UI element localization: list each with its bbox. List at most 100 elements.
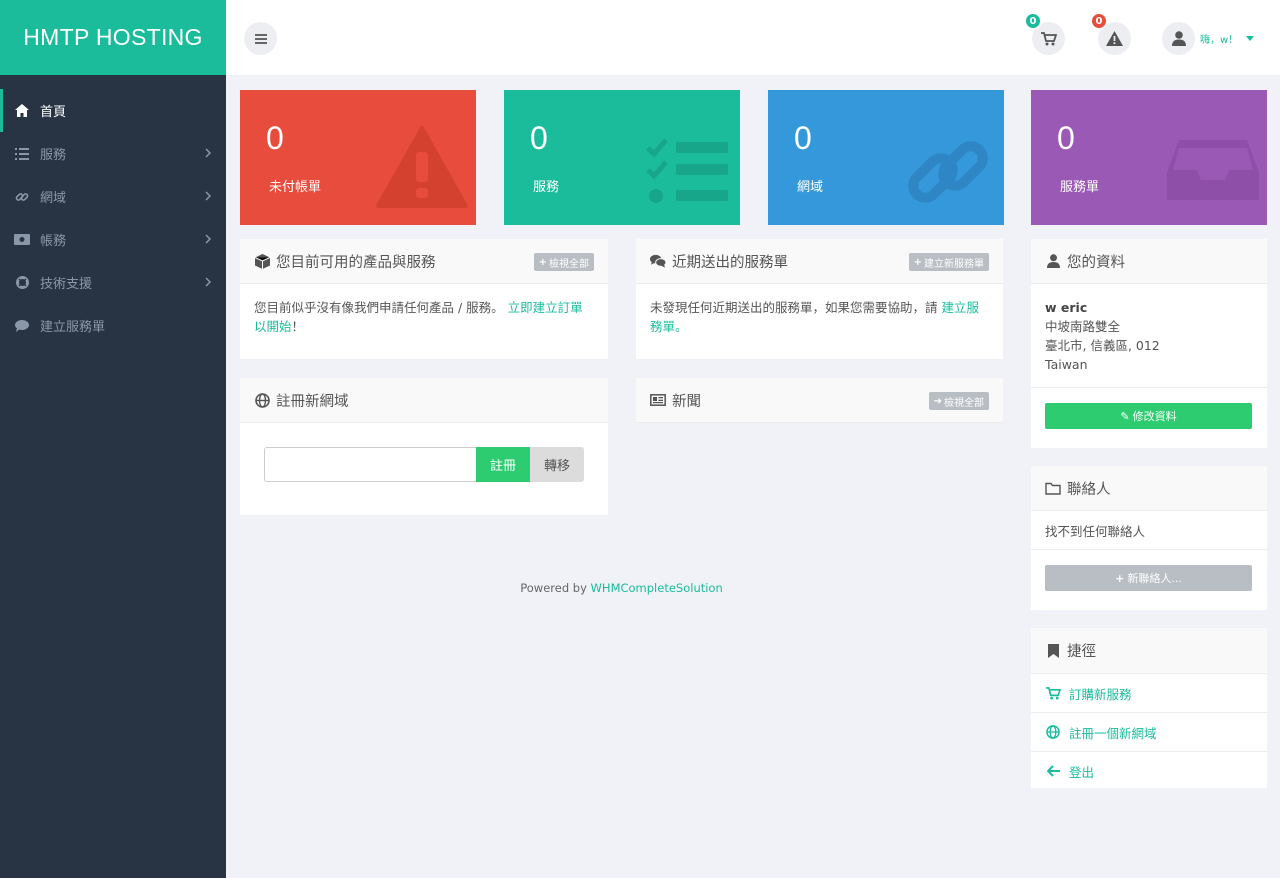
contacts-empty-text: 找不到任何聯絡人 xyxy=(1031,511,1267,550)
open-new-ticket-button[interactable]: + 建立新服務單 xyxy=(908,253,989,271)
menu-toggle-button[interactable] xyxy=(244,22,277,55)
profile-details: w eric 中坡南路雙全 臺北市, 信義區, 012 Taiwan xyxy=(1031,284,1267,388)
whmcs-link[interactable]: WHMCompleteSolution xyxy=(591,581,723,595)
panel-title: 聯絡人 xyxy=(1067,481,1111,498)
pencil-icon: ✎ xyxy=(1120,409,1130,423)
tasks-icon xyxy=(646,138,728,203)
tile-services[interactable]: 0 服務 xyxy=(504,90,740,225)
contacts-panel: 聯絡人 找不到任何聯絡人 + 新聯絡人... xyxy=(1031,466,1267,610)
tile-count: 0 xyxy=(266,120,284,156)
sidebar-item-domains[interactable]: 網域 xyxy=(0,175,226,218)
tile-tickets[interactable]: 0 服務單 xyxy=(1031,90,1267,225)
profile-address-line: Taiwan xyxy=(1045,357,1088,372)
comment-icon xyxy=(14,318,30,334)
panel-header: 您的資料 xyxy=(1031,239,1267,284)
cart-icon xyxy=(1040,31,1057,45)
panel-header: 近期送出的服務單 + 建立新服務單 xyxy=(636,239,1003,284)
sidebar-item-services[interactable]: 服務 xyxy=(0,132,226,175)
lifering-icon xyxy=(14,275,30,291)
panel-header: 捷徑 xyxy=(1031,628,1267,673)
transfer-domain-button[interactable]: 轉移 xyxy=(530,447,584,482)
cart-count-badge: 0 xyxy=(1024,12,1042,30)
panel-header: 您目前可用的產品與服務 + 檢視全部 xyxy=(240,239,608,284)
sidebar-item-billing[interactable]: 帳務 xyxy=(0,218,226,261)
caret-down-icon xyxy=(1246,36,1255,41)
newspaper-icon xyxy=(650,392,666,408)
brand-logo[interactable]: HMTP HOSTING xyxy=(0,0,226,75)
comments-icon xyxy=(650,253,666,269)
link-icon xyxy=(14,189,30,205)
sidebar: HMTP HOSTING 首頁 服務 網域 帳務 技術支援 建立服務單 xyxy=(0,0,226,878)
sidebar-item-label: 技術支援 xyxy=(40,277,93,292)
cart-icon xyxy=(1045,685,1061,701)
panel-title: 捷徑 xyxy=(1067,644,1096,660)
panel-body: 您目前似乎沒有像我們申請任何產品 / 服務。 立即建立訂單以開始！ xyxy=(254,300,583,334)
warning-icon xyxy=(376,126,468,208)
panel-header: 註冊新網域 xyxy=(240,378,608,423)
plus-icon: + xyxy=(913,256,922,268)
home-icon xyxy=(14,103,30,119)
bookmark-icon xyxy=(1045,643,1061,659)
tile-label: 未付帳單 xyxy=(269,180,322,195)
money-icon xyxy=(14,232,30,248)
tile-domains[interactable]: 0 網域 xyxy=(768,90,1004,225)
arrow-right-icon: ➔ xyxy=(933,395,942,407)
panel-title: 您的資料 xyxy=(1067,254,1125,271)
sidebar-item-label: 首頁 xyxy=(40,105,67,120)
globe-icon xyxy=(254,392,270,408)
sidebar-item-label: 服務 xyxy=(40,148,67,163)
chevron-right-icon xyxy=(205,148,212,158)
tile-unpaid-invoices[interactable]: 0 未付帳單 xyxy=(240,90,476,225)
sidebar-item-open-ticket[interactable]: 建立服務單 xyxy=(0,304,226,347)
sidebar-item-home[interactable]: 首頁 xyxy=(0,89,226,132)
plus-icon: + xyxy=(538,256,547,268)
warning-icon xyxy=(1106,31,1123,46)
user-greeting: 嗨，w！ xyxy=(1200,35,1239,46)
new-contact-button[interactable]: + 新聯絡人... xyxy=(1045,565,1252,591)
register-domain-button[interactable]: 註冊 xyxy=(476,447,530,482)
profile-address-line: 臺北市, 信義區, 012 xyxy=(1045,338,1160,353)
alerts-button[interactable]: 0 xyxy=(1090,12,1131,55)
user-icon xyxy=(1045,253,1061,269)
tile-count: 0 xyxy=(530,120,548,156)
panel-body: 未發現任何近期送出的服務單，如果您需要協助，請 建立服務單。 xyxy=(650,300,980,334)
alert-count-badge: 0 xyxy=(1090,12,1108,30)
inbox-icon xyxy=(1167,140,1259,200)
register-domain-panel: 註冊新網域 註冊 轉移 xyxy=(240,378,608,515)
panel-title: 新聞 xyxy=(672,393,701,410)
shortcut-order-service[interactable]: 訂購新服務 xyxy=(1031,673,1267,712)
cart-button[interactable]: 0 xyxy=(1024,12,1065,55)
sidebar-item-support[interactable]: 技術支援 xyxy=(0,261,226,304)
profile-address-line: 中坡南路雙全 xyxy=(1045,319,1121,334)
chevron-right-icon xyxy=(205,234,212,244)
sidebar-item-label: 建立服務單 xyxy=(40,320,106,335)
profile-panel: 您的資料 w eric 中坡南路雙全 臺北市, 信義區, 012 Taiwan … xyxy=(1031,239,1267,448)
tile-label: 服務 xyxy=(533,180,560,195)
domain-search-form: 註冊 轉移 xyxy=(264,447,584,482)
view-all-services-button[interactable]: + 檢視全部 xyxy=(533,253,594,271)
recent-tickets-panel: 近期送出的服務單 + 建立新服務單 未發現任何近期送出的服務單，如果您需要協助，… xyxy=(636,239,1003,359)
top-header: 0 0 嗨，w！ xyxy=(226,0,1280,75)
panel-header: 新聞 ➔ 檢視全部 xyxy=(636,378,1003,423)
view-all-news-button[interactable]: ➔ 檢視全部 xyxy=(928,392,989,410)
domain-search-input[interactable] xyxy=(264,447,476,482)
plus-icon: + xyxy=(1115,571,1125,585)
folder-icon xyxy=(1045,480,1061,496)
footer: Powered by WHMCompleteSolution xyxy=(520,581,723,595)
globe-icon xyxy=(1045,724,1061,740)
tile-count: 0 xyxy=(794,120,812,156)
chevron-right-icon xyxy=(205,191,212,201)
sidebar-item-label: 網域 xyxy=(40,191,67,206)
link-icon xyxy=(908,141,988,203)
products-panel: 您目前可用的產品與服務 + 檢視全部 您目前似乎沒有像我們申請任何產品 / 服務… xyxy=(240,239,608,359)
chevron-right-icon xyxy=(205,277,212,287)
arrow-left-icon xyxy=(1045,763,1061,779)
avatar xyxy=(1162,22,1195,55)
panel-title: 註冊新網域 xyxy=(276,393,349,410)
shortcut-register-domain[interactable]: 註冊一個新網域 xyxy=(1031,712,1267,751)
user-menu[interactable]: 嗨，w！ xyxy=(1162,22,1255,55)
edit-profile-button[interactable]: ✎ 修改資料 xyxy=(1045,403,1252,429)
panel-title: 近期送出的服務單 xyxy=(672,254,788,271)
shortcut-logout[interactable]: 登出 xyxy=(1031,751,1267,790)
news-panel: 新聞 ➔ 檢視全部 xyxy=(636,378,1003,423)
